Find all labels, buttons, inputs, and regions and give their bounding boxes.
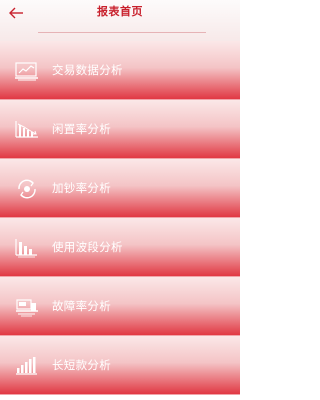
menu-item-label: 故障率分析 <box>52 299 111 313</box>
menu-item-label: 长短款分析 <box>52 358 111 372</box>
menu-item-transaction-analysis[interactable]: 交易数据分析 <box>0 41 240 100</box>
menu-separator <box>0 394 240 395</box>
declining-bars-icon <box>13 116 41 144</box>
menu-item-idle-rate-analysis[interactable]: 闲置率分析 <box>0 100 240 159</box>
page-title: 报表首页 <box>97 5 143 18</box>
menu-item-label: 加钞率分析 <box>52 181 111 195</box>
menu-item-usage-band-analysis[interactable]: 使用波段分析 <box>0 218 240 277</box>
bar-signal-icon <box>13 352 41 380</box>
menu-item-label: 使用波段分析 <box>52 240 123 254</box>
menu-item-fault-rate-analysis[interactable]: 故障率分析 <box>0 277 240 336</box>
top-bar: 报表首页 <box>0 0 240 41</box>
menu-item-label: 闲置率分析 <box>52 122 111 136</box>
refresh-cash-icon <box>13 175 41 203</box>
bar-chart-icon <box>13 234 41 262</box>
menu-item-cash-refill-analysis[interactable]: 加钞率分析 <box>0 159 240 218</box>
menu-item-long-short-analysis[interactable]: 长短款分析 <box>0 336 240 395</box>
report-menu: 交易数据分析 闲置率分析 加钞率分析 使用波段分析 故障率分析 长短款分析 <box>0 41 240 400</box>
app-root: 报表首页 交易数据分析 闲置率分析 加钞率分析 使用波段分析 故障率分析 长短款… <box>0 0 240 400</box>
line-chart-icon <box>13 57 41 85</box>
fault-machine-icon <box>13 293 41 321</box>
header-divider <box>38 32 206 33</box>
menu-item-label: 交易数据分析 <box>52 63 123 77</box>
